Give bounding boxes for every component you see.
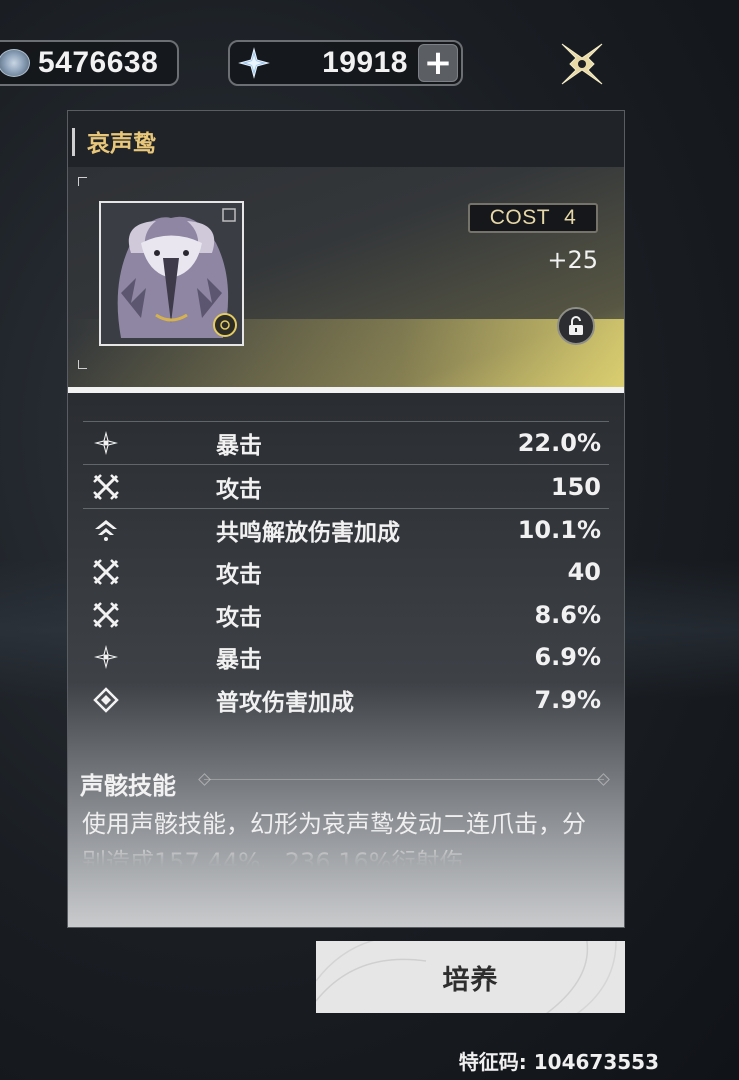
cost-value: 4	[564, 206, 577, 229]
frame-corner	[78, 177, 87, 186]
close-x-icon[interactable]	[556, 38, 608, 90]
stat-value: 6.9%	[534, 643, 601, 672]
stat-value: 40	[567, 558, 601, 587]
stat-name: 暴击	[216, 433, 262, 460]
echo-name: 哀声鸷	[87, 131, 156, 157]
stat-value: 7.9%	[534, 685, 601, 714]
feature-code: 特征码: 104673553	[458, 1050, 659, 1074]
stat-value: 8.6%	[534, 600, 601, 629]
stat-name: 攻击	[216, 562, 262, 589]
astrite-star-icon	[238, 47, 270, 79]
shell-credit-icon	[0, 49, 30, 77]
train-button-label: 培养	[442, 964, 499, 996]
basic-attack-icon	[91, 685, 121, 715]
header-accent-bar	[72, 128, 75, 156]
train-button[interactable]: 培养	[316, 941, 625, 1013]
lock-toggle-button[interactable]	[557, 307, 595, 345]
attack-icon	[91, 557, 121, 587]
echo-hero-area: COST 4 +25	[68, 167, 624, 389]
stat-value: 10.1%	[517, 515, 601, 544]
shell-credit-value: 5476638	[38, 46, 159, 79]
stat-row: 攻击 150	[83, 465, 609, 509]
crit-icon	[91, 642, 121, 672]
resonance-liberation-icon	[91, 515, 121, 545]
stat-row: 暴击 6.9%	[83, 636, 609, 678]
crit-icon	[91, 428, 121, 458]
stat-row: 攻击 40	[83, 551, 609, 593]
stat-value: 22.0%	[517, 429, 601, 458]
echo-detail-panel: 哀声鸷 COST 4 +25 暴击 22.0% 攻击 150 共鸣解放伤害加成 …	[67, 110, 625, 928]
stat-name: 攻击	[216, 604, 262, 631]
attack-icon	[91, 600, 121, 630]
stat-row: 暴击 22.0%	[83, 421, 609, 466]
stat-row: 攻击 8.6%	[83, 594, 609, 636]
stat-row: 普攻伤害加成 7.9%	[83, 678, 609, 720]
astrite-counter: 19918 +	[228, 40, 463, 86]
panel-header: 哀声鸷	[68, 111, 624, 167]
hero-divider	[68, 387, 624, 393]
cost-label: COST	[489, 206, 551, 229]
skill-description: 使用声骸技能，幻形为哀声鸷发动二连爪击，分别造成157.44%、236.16%衍…	[82, 810, 586, 867]
shell-credit-counter: 5476638	[0, 40, 179, 86]
frame-corner	[78, 360, 87, 369]
stat-value: 150	[550, 472, 601, 501]
add-astrite-button[interactable]: +	[418, 44, 458, 82]
echo-portrait[interactable]	[99, 201, 244, 346]
skill-section-title: 声骸技能	[80, 772, 176, 800]
stat-name: 攻击	[216, 476, 262, 503]
cost-badge: COST 4	[468, 203, 598, 233]
unlock-icon	[569, 316, 583, 335]
stat-name: 普攻伤害加成	[216, 689, 354, 716]
attack-icon	[91, 472, 121, 502]
skill-divider	[204, 779, 604, 780]
stat-name: 共鸣解放伤害加成	[216, 519, 400, 546]
stats-list: 暴击 22.0% 攻击 150 共鸣解放伤害加成 10.1% 攻击 40 攻击 …	[83, 421, 609, 721]
stat-name: 暴击	[216, 647, 262, 674]
echo-portrait-art-icon	[101, 203, 242, 344]
echo-level: +25	[547, 246, 598, 274]
astrite-value: 19918	[322, 46, 408, 79]
stat-row: 共鸣解放伤害加成 10.1%	[83, 509, 609, 551]
